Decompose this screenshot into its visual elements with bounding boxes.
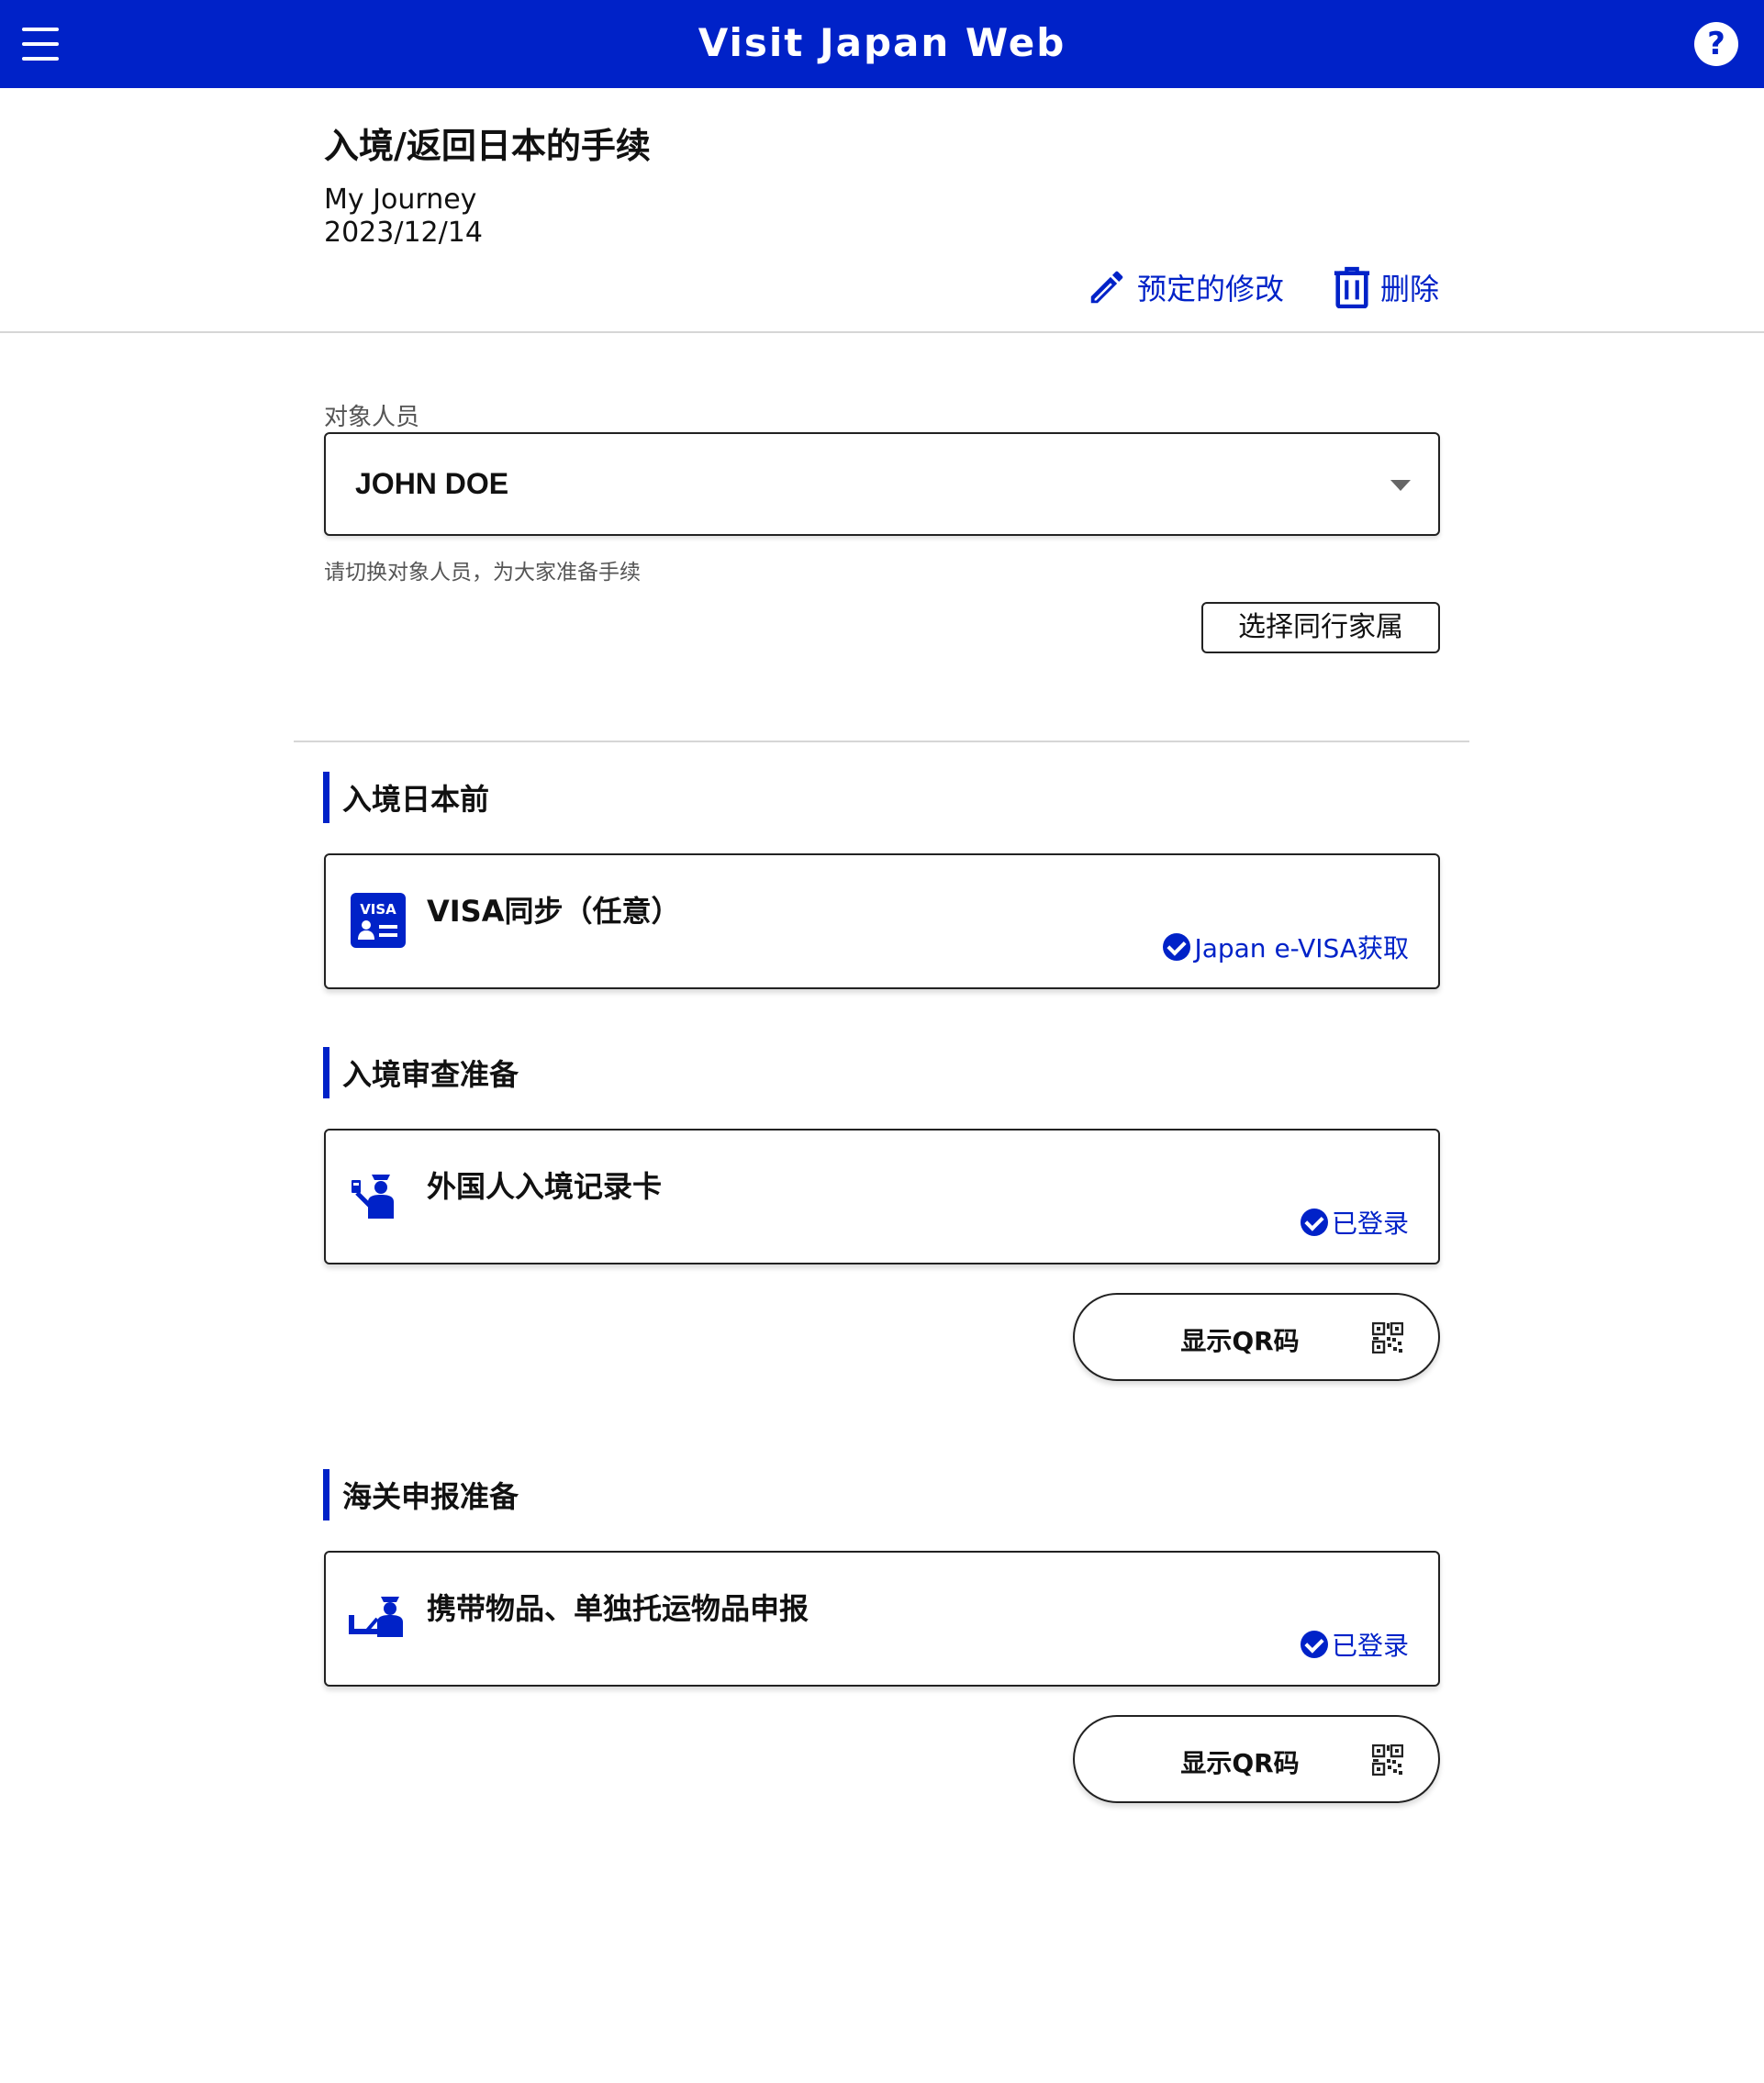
section-heading-customs: 海关申报准备 bbox=[323, 1469, 519, 1520]
trash-icon bbox=[1334, 266, 1370, 308]
section-accent-bar bbox=[323, 772, 329, 823]
journey-date: 2023/12/14 bbox=[324, 217, 483, 249]
card-status: Japan e-VISA获取 bbox=[1163, 929, 1409, 965]
section-heading-text: 海关申报准备 bbox=[342, 1479, 519, 1514]
check-circle-icon bbox=[1300, 1209, 1328, 1236]
page-title: 入境/返回日本的手续 bbox=[324, 126, 651, 166]
qr-code-icon bbox=[1372, 1744, 1403, 1776]
card-status-text: 已登录 bbox=[1331, 1209, 1409, 1239]
pencil-icon bbox=[1090, 271, 1123, 304]
delete-label: 删除 bbox=[1380, 272, 1440, 306]
card-status: 已登录 bbox=[1300, 1204, 1409, 1241]
section-heading-text: 入境日本前 bbox=[342, 782, 490, 817]
qr-code-icon bbox=[1372, 1322, 1403, 1353]
section-heading-immigration: 入境审查准备 bbox=[323, 1047, 519, 1098]
caret-down-icon bbox=[1390, 480, 1411, 491]
select-family-button[interactable]: 选择同行家属 bbox=[1201, 602, 1440, 653]
card-status-text: 已登录 bbox=[1331, 1631, 1409, 1661]
top-bar: Visit Japan Web ? bbox=[0, 0, 1764, 88]
section-heading-before-entry: 入境日本前 bbox=[323, 772, 489, 823]
check-circle-icon bbox=[1300, 1631, 1328, 1658]
app-title: Visit Japan Web bbox=[698, 20, 1066, 65]
person-field-label: 对象人员 bbox=[324, 404, 420, 431]
section-heading-text: 入境审查准备 bbox=[342, 1057, 519, 1092]
person-select[interactable]: JOHN DOE bbox=[324, 432, 1440, 536]
customs-declaration-card[interactable]: 携带物品、单独托运物品申报 已登录 bbox=[324, 1551, 1440, 1687]
card-status-text: Japan e-VISA获取 bbox=[1194, 933, 1409, 964]
visa-sync-card[interactable]: VISA VISA同步（任意） Japan e-VISA获取 bbox=[324, 853, 1440, 989]
check-circle-icon bbox=[1163, 933, 1191, 961]
journey-name: My Journey bbox=[324, 184, 477, 216]
show-qr-button-customs[interactable]: 显示QR码 bbox=[1073, 1715, 1440, 1803]
card-title: 外国人入境记录卡 bbox=[427, 1169, 663, 1204]
person-select-value: JOHN DOE bbox=[355, 467, 509, 500]
show-qr-label: 显示QR码 bbox=[1180, 1748, 1300, 1778]
immigration-officer-icon bbox=[352, 1175, 394, 1219]
visa-icon-text: VISA bbox=[360, 901, 396, 918]
show-qr-label: 显示QR码 bbox=[1180, 1326, 1300, 1356]
section-accent-bar bbox=[323, 1469, 329, 1520]
section-accent-bar bbox=[323, 1047, 329, 1098]
person-helper-text: 请切换对象人员，为大家准备手续 bbox=[324, 561, 641, 585]
app-root: Visit Japan Web ? 入境/返回日本的手续 My Journey … bbox=[0, 0, 1764, 2083]
customs-officer-icon bbox=[349, 1597, 403, 1637]
help-icon[interactable]: ? bbox=[1694, 22, 1738, 66]
section-divider bbox=[294, 741, 1469, 742]
show-qr-button-immigration[interactable]: 显示QR码 bbox=[1073, 1293, 1440, 1381]
delete-button[interactable]: 删除 bbox=[1333, 264, 1439, 310]
card-status: 已登录 bbox=[1300, 1626, 1409, 1663]
arrival-card-card[interactable]: 外国人入境记录卡 已登录 bbox=[324, 1129, 1440, 1264]
card-title: VISA同步（任意） bbox=[427, 894, 681, 929]
header-divider bbox=[0, 331, 1764, 333]
visa-icon: VISA bbox=[351, 893, 406, 948]
edit-schedule-label: 预定的修改 bbox=[1137, 272, 1285, 306]
card-title: 携带物品、单独托运物品申报 bbox=[427, 1591, 809, 1626]
edit-schedule-button[interactable]: 预定的修改 bbox=[1086, 264, 1284, 310]
